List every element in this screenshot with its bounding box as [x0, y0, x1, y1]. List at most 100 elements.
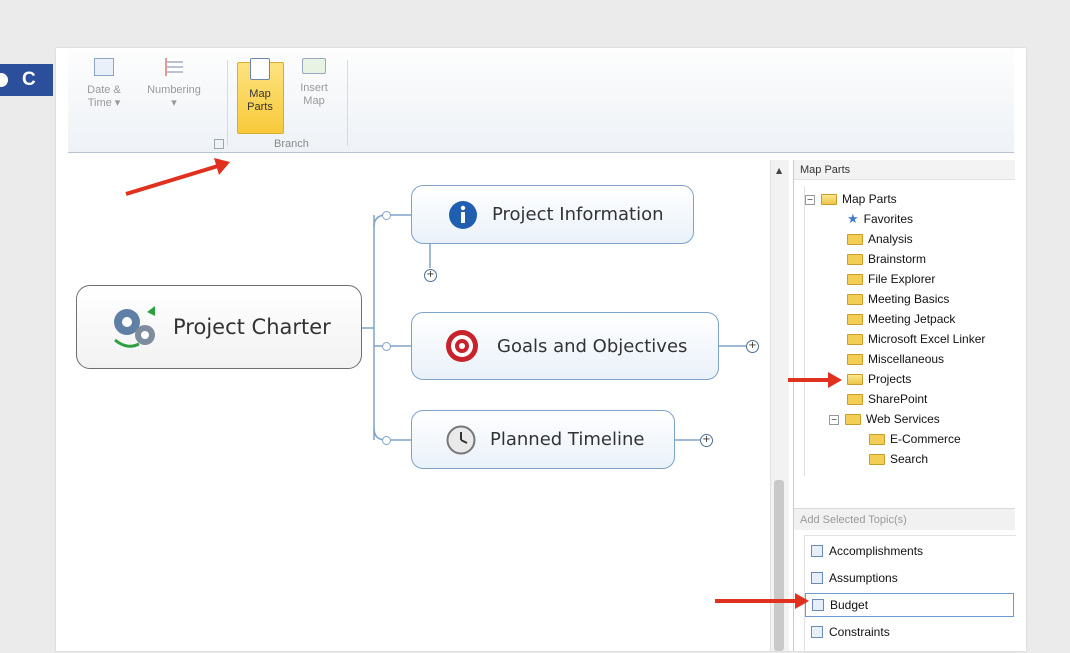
insert-map-label-2: Map: [303, 95, 325, 107]
star-icon: ★: [847, 211, 859, 226]
map-parts-label-1: Map: [249, 88, 271, 100]
tree-item-folder[interactable]: E-Commerce: [869, 430, 961, 448]
calendar-icon: [94, 58, 114, 76]
ribbon-separator: [347, 60, 348, 146]
tree-item-label: Brainstorm: [868, 252, 927, 266]
vertical-scrollbar[interactable]: ▲: [770, 160, 789, 651]
date-time-button[interactable]: Date & Time ▾: [82, 58, 126, 110]
topic-goals-and-objectives[interactable]: Goals and Objectives: [411, 312, 719, 380]
tree-item-folder[interactable]: SharePoint: [847, 390, 927, 408]
add-selected-topics-header: Add Selected Topic(s): [794, 508, 1015, 530]
central-topic[interactable]: Project Charter: [76, 285, 362, 369]
central-topic-label: Project Charter: [173, 315, 331, 339]
tree-item-web-services[interactable]: Web Services: [845, 410, 940, 428]
topic-label: Project Information: [492, 204, 664, 225]
info-icon: [449, 200, 477, 229]
map-parts-icon: [250, 58, 270, 80]
collapse-icon[interactable]: −: [829, 415, 839, 425]
tree-item-folder[interactable]: Search: [869, 450, 928, 468]
folder-icon: [847, 393, 863, 405]
folder-icon: [847, 273, 863, 285]
clock-icon: [446, 425, 476, 454]
red-arrow-icon: [715, 593, 809, 609]
tree-item-label: Projects: [868, 372, 912, 386]
folder-icon: [847, 293, 863, 305]
topic-label: Goals and Objectives: [497, 335, 688, 357]
tree-item-label: File Explorer: [868, 272, 936, 286]
numbering-label-1: Numbering: [147, 84, 201, 96]
numbering-button[interactable]: Numbering ▾: [136, 58, 212, 110]
tree-item-label: Favorites: [863, 212, 914, 226]
topic-list[interactable]: Accomplishments Assumptions Budget Const…: [804, 535, 1016, 653]
folder-icon: [869, 433, 885, 445]
map-parts-tree[interactable]: − Map Parts ★ Favorites Analysis Brainsto…: [804, 186, 1015, 476]
tree-item-label: Miscellaneous: [868, 352, 945, 366]
red-arrow-icon: [788, 372, 842, 388]
ribbon-separator: [227, 60, 228, 146]
insert-map-label-1: Insert: [300, 82, 328, 94]
topic-icon: [811, 626, 823, 638]
tree-item-label: Microsoft Excel Linker: [868, 332, 986, 346]
tree-item-label: Analysis: [868, 232, 913, 246]
badge-label: C: [22, 69, 36, 90]
tree-item-label: SharePoint: [868, 392, 928, 406]
tree-item-label: E-Commerce: [890, 432, 961, 446]
tree-item-folder[interactable]: Miscellaneous: [847, 350, 944, 368]
ribbon: Date & Time ▾ Numbering ▾ Map Parts Inse…: [68, 48, 1014, 153]
list-item[interactable]: Constraints: [811, 620, 890, 644]
folder-open-icon: [847, 373, 863, 385]
folder-icon: [847, 353, 863, 365]
target-icon: [446, 330, 478, 362]
dialog-launcher-icon[interactable]: [214, 139, 224, 149]
expand-icon[interactable]: +: [700, 434, 713, 447]
tree-item-folder[interactable]: Meeting Jetpack: [847, 310, 955, 328]
tree-item-label: Meeting Basics: [868, 292, 950, 306]
connector-dot: [382, 342, 391, 351]
gears-icon: [114, 306, 155, 348]
map-canvas[interactable]: Project Charter Project Information + Go…: [68, 160, 770, 651]
tree-item-folder[interactable]: Analysis: [847, 230, 913, 248]
folder-icon: [845, 413, 861, 425]
topic-project-information[interactable]: Project Information: [411, 185, 694, 244]
step-badge: C: [0, 64, 53, 96]
list-item-label: Constraints: [829, 625, 890, 639]
tree-item-label: Web Services: [866, 412, 940, 426]
folder-icon: [847, 333, 863, 345]
topic-icon: [812, 599, 824, 611]
list-item-label: Budget: [830, 598, 869, 612]
tree-item-projects[interactable]: Projects: [847, 370, 911, 388]
insert-map-icon: [302, 58, 326, 74]
list-item[interactable]: Assumptions: [811, 566, 898, 590]
topic-icon: [811, 572, 823, 584]
branch-group-label: Branch: [274, 138, 309, 150]
badge-dot: [0, 73, 8, 87]
folder-icon: [847, 233, 863, 245]
folder-icon: [847, 253, 863, 265]
tree-item-folder[interactable]: Brainstorm: [847, 250, 926, 268]
red-arrow-icon: [125, 158, 230, 196]
list-item-label: Accomplishments: [829, 544, 924, 558]
tree-item-favorites[interactable]: ★ Favorites: [847, 210, 913, 228]
map-parts-button[interactable]: Map Parts: [238, 58, 282, 114]
folder-icon: [847, 313, 863, 325]
folder-icon: [869, 453, 885, 465]
expand-icon[interactable]: +: [746, 340, 759, 353]
list-item[interactable]: Accomplishments: [811, 539, 923, 563]
connector-dot: [382, 436, 391, 445]
expand-icon[interactable]: +: [424, 269, 437, 282]
insert-map-button[interactable]: Insert Map: [292, 58, 336, 108]
scroll-thumb[interactable]: [774, 480, 784, 651]
tree-item-folder[interactable]: Meeting Basics: [847, 290, 949, 308]
list-item-label: Assumptions: [829, 571, 898, 585]
list-item-selected[interactable]: Budget: [805, 593, 1014, 617]
map-parts-panel: Map Parts − Map Parts ★ Favorites Analysi…: [793, 160, 1016, 653]
tree-item-folder[interactable]: Microsoft Excel Linker: [847, 330, 985, 348]
date-time-label-2: Time ▾: [87, 97, 121, 109]
map-parts-label-2: Parts: [247, 101, 273, 113]
tree-item-label: Meeting Jetpack: [868, 312, 956, 326]
collapse-icon[interactable]: −: [805, 195, 815, 205]
tree-item-root[interactable]: Map Parts: [821, 190, 897, 208]
scroll-up-icon[interactable]: ▲: [776, 166, 782, 175]
tree-item-folder[interactable]: File Explorer: [847, 270, 935, 288]
topic-planned-timeline[interactable]: Planned Timeline: [411, 410, 675, 469]
